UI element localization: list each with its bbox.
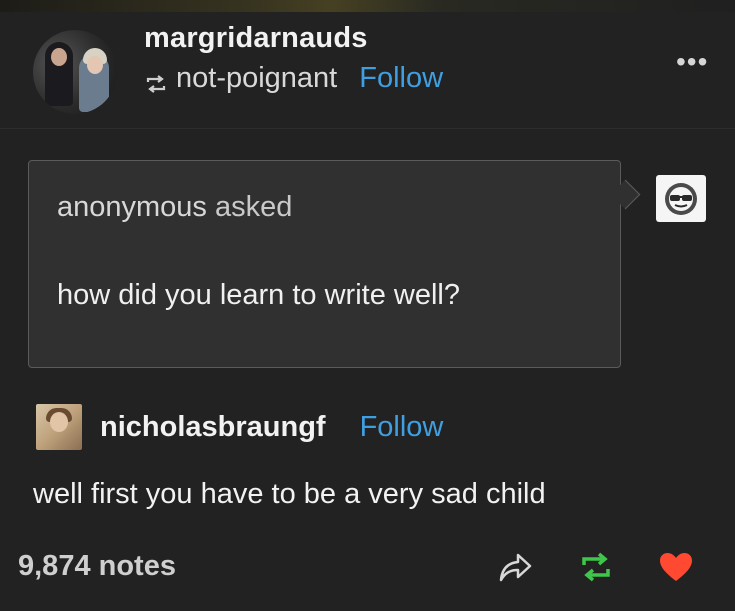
cool-face-sunglasses-icon[interactable] — [656, 175, 706, 222]
asker-name: anonymous — [57, 191, 207, 223]
answer-text: well first you have to be a very sad chi… — [33, 478, 546, 510]
reblog-source: not-poignant Follow — [144, 62, 443, 95]
ask-question: how did you learn to write well? — [57, 279, 460, 311]
asker-line: anonymous asked — [57, 191, 292, 224]
divider — [0, 128, 735, 129]
ask-box: anonymous asked how did you learn to wri… — [28, 160, 621, 368]
share-arrow-icon[interactable] — [496, 550, 536, 584]
blog-avatar[interactable] — [33, 30, 117, 114]
post-footer: 9,874 notes — [0, 538, 735, 598]
post-header: margridarnauds not-poignant Follow ••• — [0, 12, 735, 130]
notes-count[interactable]: 9,874 notes — [18, 550, 176, 583]
reblog-icon[interactable] — [576, 550, 616, 584]
reply-avatar[interactable] — [36, 404, 82, 450]
blog-name-link[interactable]: margridarnauds — [144, 22, 368, 55]
asked-label: asked — [215, 191, 293, 223]
reply-header: nicholasbraungf Follow — [36, 402, 443, 452]
heart-icon[interactable] — [656, 550, 696, 584]
follow-button[interactable]: Follow — [359, 62, 443, 95]
top-image-strip — [0, 0, 735, 12]
reblog-small-icon — [144, 69, 168, 93]
reblog-source-name[interactable]: not-poignant — [176, 62, 337, 95]
reply-follow-button[interactable]: Follow — [360, 411, 444, 444]
more-options-icon[interactable]: ••• — [676, 46, 708, 78]
reply-blog-name[interactable]: nicholasbraungf — [100, 411, 326, 444]
